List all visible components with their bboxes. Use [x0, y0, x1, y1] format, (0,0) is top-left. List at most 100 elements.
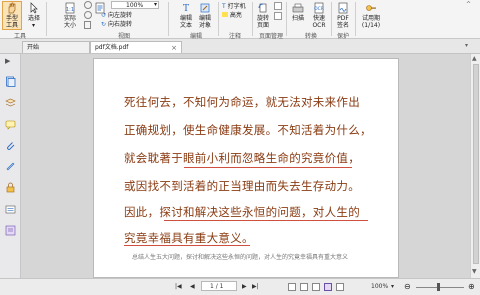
zoom-out-icon[interactable] [84, 1, 92, 9]
tab-start[interactable]: 开始 [22, 41, 90, 53]
form-fields-icon[interactable] [5, 204, 16, 215]
svg-text:T: T [183, 4, 189, 14]
expand-panel-icon[interactable]: ▶ [5, 57, 16, 68]
scan-button[interactable]: 扫描 [291, 2, 305, 28]
zoom-dropdown-icon[interactable]: ▾ [391, 283, 394, 290]
pdf-sign-label: PDF 签名 [336, 15, 349, 29]
typewriter-icon: T [222, 3, 226, 10]
edit-object-button[interactable]: 编辑 对象 [195, 2, 215, 29]
hand-tool-label: 手型 工具 [5, 15, 18, 29]
paragraph-line: 究竟幸福具有重大意义。 [124, 231, 254, 245]
prev-page-button[interactable]: ◀ [190, 283, 195, 290]
rotate-page-icon [258, 3, 267, 13]
scroll-up-icon[interactable]: ▲ [472, 55, 477, 62]
page-caption: 总结人生五大问题，探讨和解决这些永恒的问题，对人生的究竟幸福具有重大意义 [132, 254, 349, 261]
continuous-view-icon[interactable] [300, 283, 308, 291]
edit-text-button[interactable]: T 编辑 文本 [177, 2, 195, 29]
ribbon-collapse-icon[interactable]: ^ [466, 1, 471, 8]
edit-text-icon: T [183, 4, 189, 14]
highlight-icon [222, 12, 228, 17]
zoom-slider-track[interactable] [416, 287, 464, 288]
underline-annotation[interactable] [184, 167, 352, 168]
trial-button[interactable]: 试用期 (1/14) [358, 2, 384, 29]
last-page-button[interactable]: ▶| [252, 283, 259, 290]
edit-text-label: 编辑 文本 [179, 15, 192, 29]
rotate-page-button[interactable]: 旋转 页面 [254, 2, 272, 29]
scan-label: 扫描 [291, 15, 304, 22]
close-icon[interactable]: × [171, 42, 177, 54]
page-mgmt-small-2[interactable] [274, 12, 282, 20]
paragraph-line: 或因找不到活着的正当理由而失去生存动力。 [124, 179, 360, 193]
zoom-out-button[interactable]: ⊖ [404, 282, 411, 291]
rotate-left-label: 向左旋转 [107, 12, 132, 19]
next-page-button[interactable]: ▶ [242, 283, 247, 290]
highlight-label: 高亮 [229, 12, 242, 19]
fit-page-icon[interactable] [84, 21, 91, 29]
actual-size-icon: 1:1 [65, 2, 75, 14]
page-indicator-field[interactable]: 1 / 1 [201, 281, 237, 291]
signature-panel-icon[interactable] [5, 161, 16, 172]
tab-pdf-document-label: pdf文档.pdf [95, 44, 129, 51]
tab-scroll-icon[interactable]: ▾ [465, 42, 468, 49]
underline-annotation[interactable] [164, 220, 368, 221]
select-label: 选择 [27, 15, 40, 22]
vertical-scrollbar[interactable]: ▲ ▼ [470, 54, 480, 278]
cursor-icon [30, 2, 38, 14]
svg-text:OCR: OCR [314, 6, 324, 12]
zoom-slider-thumb[interactable] [437, 283, 440, 291]
trial-label: 试用期 (1/14) [361, 15, 381, 29]
comments-icon[interactable] [5, 119, 16, 130]
page-indicator-text: 1 / 1 [210, 283, 224, 290]
tab-start-label: 开始 [27, 44, 40, 51]
page-thumbnails-icon[interactable] [5, 76, 16, 87]
navigation-sidebar: ▶ [0, 54, 21, 278]
reflow-icon [95, 2, 105, 14]
hand-icon [8, 2, 16, 14]
highlight-button[interactable]: 高亮 [222, 10, 242, 19]
ribbon-toolbar: 手型 工具 选择 ▾ 1:1 实际 大小 100% ▾ ↺ 向左旋转 ↻ 向右旋… [0, 0, 480, 40]
zoom-in-icon[interactable] [84, 11, 92, 19]
select-dropdown-arrow[interactable]: ▾ [32, 22, 35, 29]
quick-ocr-label: 快速 OCR [312, 15, 326, 29]
single-page-view-icon[interactable] [288, 283, 296, 291]
actual-size-label: 实际 大小 [63, 15, 76, 29]
signature-icon [338, 2, 348, 14]
typewriter-label: 打字机 [227, 3, 246, 10]
paragraph-line: 正确规划，使生命健康发展。不知活着为什么， [124, 123, 372, 137]
edit-object-label: 编辑 对象 [198, 15, 211, 29]
quick-ocr-button[interactable]: OCR 快速 OCR [311, 2, 327, 29]
edit-object-icon [200, 3, 210, 13]
hand-tool-button[interactable]: 手型 工具 [2, 1, 22, 30]
pdf-sign-button[interactable]: PDF 签名 [335, 2, 351, 29]
paragraph-line: 就会耽著于眼前小利而忽略生命的究竟价值， [124, 151, 360, 165]
zoom-combobox[interactable]: 100% ▾ [111, 1, 159, 9]
scroll-thumb[interactable] [473, 64, 479, 264]
lock-icon[interactable] [5, 182, 16, 193]
attachment-icon[interactable] [5, 140, 16, 151]
first-page-button[interactable]: |◀ [175, 283, 182, 290]
scroll-down-icon[interactable]: ▼ [472, 268, 477, 275]
articles-icon[interactable] [5, 225, 16, 236]
page-mgmt-small-1[interactable] [274, 2, 282, 10]
zoom-value: 100% [126, 2, 144, 9]
underline-annotation[interactable] [124, 245, 250, 246]
zoom-level: 100% [371, 283, 389, 290]
chevron-down-icon: ▾ [153, 1, 157, 8]
key-icon [366, 5, 376, 11]
two-page-view-icon[interactable] [312, 283, 320, 291]
status-bar: |◀ ◀ 1 / 1 ▶ ▶| 100% ▾ ⊖ ⊕ [0, 278, 480, 295]
zoom-in-button[interactable]: ⊕ [468, 282, 475, 291]
rotate-page-label: 旋转 页面 [256, 15, 269, 29]
pdf-page: 死往何去，不知何为命运，就无法对未来作出 正确规划，使生命健康发展。不知活着为什… [93, 58, 399, 278]
cover-view-icon[interactable] [336, 283, 344, 291]
actual-size-button[interactable]: 1:1 实际 大小 [60, 2, 80, 29]
rotate-right-label: 向右旋转 [107, 21, 132, 28]
svg-text:1:1: 1:1 [66, 7, 74, 13]
reflow-button[interactable] [93, 2, 107, 28]
layers-icon[interactable] [5, 97, 16, 108]
paragraph-line: 死往何去，不知何为命运，就无法对未来作出 [124, 95, 360, 109]
facing-view-icon[interactable] [324, 283, 332, 291]
paragraph-line: 因此，探讨和解决这些永恒的问题，对人生的 [124, 205, 360, 219]
tab-pdf-document[interactable]: pdf文档.pdf × [90, 41, 182, 53]
typewriter-button[interactable]: T 打字机 [222, 1, 246, 10]
